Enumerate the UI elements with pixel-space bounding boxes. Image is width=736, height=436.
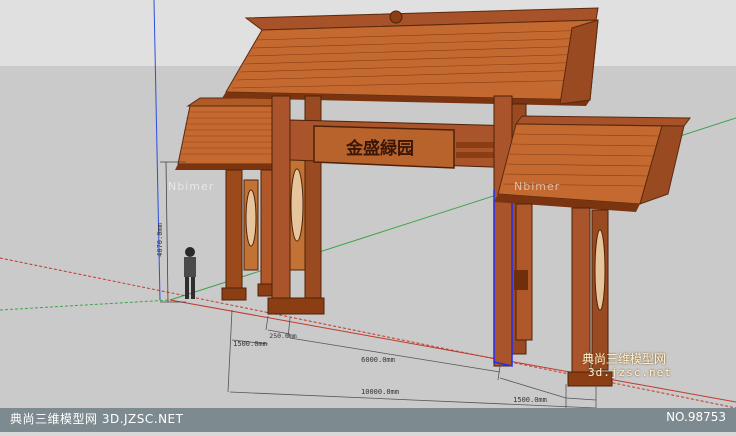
dim-right-side-label: 1500.0mm [513, 396, 547, 404]
beam-rail-2 [456, 152, 496, 158]
left-roof-eave [175, 164, 276, 170]
height-dimension-label: 4070.0mm [156, 223, 164, 257]
site-watermark-url: 3d.jzsc.net [588, 366, 672, 379]
left-post-base [221, 287, 247, 301]
site-watermark-title: 典尚三维模型网 [582, 352, 667, 366]
sign-text: 金盛緑园 [345, 138, 414, 159]
left-panel-window [245, 189, 257, 247]
main-post-left-a [271, 95, 291, 311]
main-roof-face [225, 19, 599, 101]
model-viewport[interactable]: 金盛緑园 4070.0mm 1500.0mm 250.0mm 6000.0mm … [0, 0, 736, 432]
watermark-model-number: NO.98753 [666, 410, 726, 424]
right-panel-window [594, 229, 606, 311]
right-bracket [514, 270, 528, 290]
dim-center-label: 6000.0mm [361, 356, 395, 364]
main-left-window [290, 168, 304, 242]
left-roof-face [177, 105, 283, 165]
dim-left-side-label: 1500.0mm [233, 340, 267, 348]
brand-watermark-left: Nbimer [168, 180, 215, 193]
watermark-site: 典尚三维模型网 3D.JZSC.NET [10, 412, 184, 426]
dim-total-label: 10000.0mm [361, 388, 399, 396]
main-left-base [267, 297, 325, 315]
main-post-right-a [493, 95, 513, 367]
brand-watermark-right: Nbimer [514, 180, 561, 193]
dim-left-post-label: 250.0mm [269, 332, 296, 340]
ridge-ornament [389, 10, 403, 24]
beam-rail-1 [456, 142, 496, 148]
left-post-outer [225, 169, 243, 297]
